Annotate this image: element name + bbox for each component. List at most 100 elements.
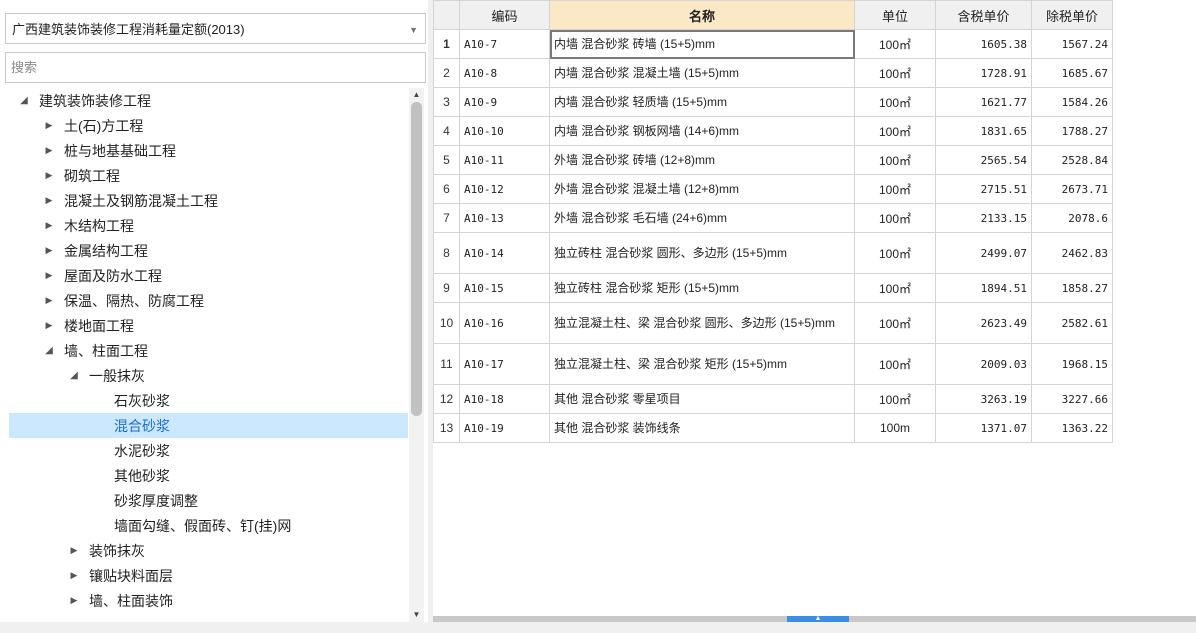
triangle-right-icon[interactable]: ▶ [42,170,56,181]
tax-price-cell[interactable]: 2009.03 [935,343,1032,385]
code-cell[interactable]: A10-10 [459,116,550,146]
unit-cell[interactable]: 100㎡ [854,343,936,385]
triangle-right-icon[interactable]: ▶ [42,120,56,131]
column-header-index[interactable] [433,0,460,30]
triangle-down-icon[interactable]: ◢ [42,345,56,356]
row-index-cell[interactable]: 12 [433,384,460,414]
tax-price-cell[interactable]: 2623.49 [935,302,1032,344]
tax-price-cell[interactable]: 2715.51 [935,174,1032,204]
name-cell[interactable]: 独立砖柱 混合砂浆 圆形、多边形 (15+5)mm [549,232,855,274]
code-cell[interactable]: A10-8 [459,58,550,88]
table-row[interactable]: 13 A10-19 其他 混合砂浆 装饰线条 100m 1371.07 1363.22 [433,413,1113,443]
search-input[interactable] [5,52,426,83]
row-index-cell[interactable]: 3 [433,87,460,117]
unit-cell[interactable]: 100㎡ [854,174,936,204]
unit-cell[interactable]: 100㎡ [854,384,936,414]
scroll-up-icon[interactable]: ▲ [409,88,424,102]
name-cell[interactable]: 独立混凝土柱、梁 混合砂浆 矩形 (15+5)mm [549,343,855,385]
table-row[interactable]: 1 A10-7 内墙 混合砂浆 砖墙 (15+5)mm 100㎡ 1605.38 1567… [433,29,1113,59]
table-row[interactable]: 3 A10-9 内墙 混合砂浆 轻质墙 (15+5)mm 100㎡ 1621.77 158… [433,87,1113,117]
unit-cell[interactable]: 100㎡ [854,87,936,117]
code-cell[interactable]: A10-13 [459,203,550,233]
triangle-right-icon[interactable]: ▶ [42,295,56,306]
column-header-unit[interactable]: 单位 [854,0,936,30]
row-index-cell[interactable]: 1 [433,29,460,59]
notax-price-cell[interactable]: 2582.61 [1031,302,1113,344]
tree-vertical-scrollbar[interactable]: ▲ ▼ [409,88,424,622]
tax-price-cell[interactable]: 2499.07 [935,232,1032,274]
tree-item[interactable]: ▶ 装饰抹灰 [9,538,408,563]
scroll-down-icon[interactable]: ▼ [409,608,424,622]
notax-price-cell[interactable]: 2673.71 [1031,174,1113,204]
row-index-cell[interactable]: 9 [433,273,460,303]
name-cell[interactable]: 外墙 混合砂浆 毛石墙 (24+6)mm [549,203,855,233]
tree-item[interactable]: ▶ 墙、柱面装饰 [9,588,408,613]
table-row[interactable]: 4 A10-10 内墙 混合砂浆 钢板网墙 (14+6)mm 100㎡ 1831.65 1… [433,116,1113,146]
row-index-cell[interactable]: 2 [433,58,460,88]
tree-item[interactable]: 水泥砂浆 [9,438,408,463]
triangle-right-icon[interactable]: ▶ [42,245,56,256]
row-index-cell[interactable]: 6 [433,174,460,204]
notax-price-cell[interactable]: 2462.83 [1031,232,1113,274]
tree-item[interactable]: 砂浆厚度调整 [9,488,408,513]
tree-item[interactable]: ▶ 混凝土及钢筋混凝土工程 [9,188,408,213]
column-header-code[interactable]: 编码 [459,0,550,30]
triangle-right-icon[interactable]: ▶ [67,570,81,581]
code-cell[interactable]: A10-16 [459,302,550,344]
tree-item[interactable]: ▶ 镶贴块料面层 [9,563,408,588]
tree-item[interactable]: ▶ 楼地面工程 [9,313,408,338]
tree-item[interactable]: ◢ 墙、柱面工程 [9,338,408,363]
table-row[interactable]: 5 A10-11 外墙 混合砂浆 砖墙 (12+8)mm 100㎡ 2565.54 252… [433,145,1113,175]
unit-cell[interactable]: 100㎡ [854,58,936,88]
notax-price-cell[interactable]: 1567.24 [1031,29,1113,59]
tax-price-cell[interactable]: 1605.38 [935,29,1032,59]
name-cell[interactable]: 其他 混合砂浆 装饰线条 [549,413,855,443]
notax-price-cell[interactable]: 2528.84 [1031,145,1113,175]
unit-cell[interactable]: 100㎡ [854,273,936,303]
tree-item[interactable]: ▶ 木结构工程 [9,213,408,238]
row-index-cell[interactable]: 11 [433,343,460,385]
notax-price-cell[interactable]: 1685.67 [1031,58,1113,88]
table-row[interactable]: 11 A10-17 独立混凝土柱、梁 混合砂浆 矩形 (15+5)mm 100㎡ 200… [433,343,1113,385]
table-row[interactable]: 7 A10-13 外墙 混合砂浆 毛石墙 (24+6)mm 100㎡ 2133.15 20… [433,203,1113,233]
column-header-notax-price[interactable]: 除税单价 [1031,0,1113,30]
tree-item[interactable]: 混合砂浆 [9,413,408,438]
code-cell[interactable]: A10-19 [459,413,550,443]
triangle-down-icon[interactable]: ◢ [17,95,31,106]
table-row[interactable]: 12 A10-18 其他 混合砂浆 零星项目 100㎡ 3263.19 3227.66 [433,384,1113,414]
notax-price-cell[interactable]: 1363.22 [1031,413,1113,443]
tree-item[interactable]: ▶ 屋面及防水工程 [9,263,408,288]
code-cell[interactable]: A10-7 [459,29,550,59]
code-cell[interactable]: A10-12 [459,174,550,204]
row-index-cell[interactable]: 7 [433,203,460,233]
row-index-cell[interactable]: 5 [433,145,460,175]
table-row[interactable]: 10 A10-16 独立混凝土柱、梁 混合砂浆 圆形、多边形 (15+5)mm 100… [433,302,1113,344]
tree-item[interactable]: ◢ 建筑装饰装修工程 [9,88,408,113]
triangle-right-icon[interactable]: ▶ [42,195,56,206]
notax-price-cell[interactable]: 2078.6 [1031,203,1113,233]
chevron-down-icon[interactable]: ▼ [409,25,418,35]
triangle-right-icon[interactable]: ▶ [42,145,56,156]
code-cell[interactable]: A10-15 [459,273,550,303]
notax-price-cell[interactable]: 1788.27 [1031,116,1113,146]
unit-cell[interactable]: 100㎡ [854,232,936,274]
tree-item[interactable]: 其他砂浆 [9,463,408,488]
table-row[interactable]: 2 A10-8 内墙 混合砂浆 混凝土墙 (15+5)mm 100㎡ 1728.91 16… [433,58,1113,88]
row-index-cell[interactable]: 4 [433,116,460,146]
tax-price-cell[interactable]: 1728.91 [935,58,1032,88]
name-cell[interactable]: 独立混凝土柱、梁 混合砂浆 圆形、多边形 (15+5)mm [549,302,855,344]
tax-price-cell[interactable]: 1621.77 [935,87,1032,117]
unit-cell[interactable]: 100㎡ [854,145,936,175]
table-row[interactable]: 6 A10-12 外墙 混合砂浆 混凝土墙 (12+8)mm 100㎡ 2715.51 2… [433,174,1113,204]
triangle-down-icon[interactable]: ◢ [67,370,81,381]
name-cell[interactable]: 独立砖柱 混合砂浆 矩形 (15+5)mm [549,273,855,303]
tree-item[interactable]: ▶ 砌筑工程 [9,163,408,188]
unit-cell[interactable]: 100㎡ [854,29,936,59]
triangle-right-icon[interactable]: ▶ [67,595,81,606]
notax-price-cell[interactable]: 3227.66 [1031,384,1113,414]
name-cell[interactable]: 内墙 混合砂浆 轻质墙 (15+5)mm [549,87,855,117]
triangle-right-icon[interactable]: ▶ [42,270,56,281]
unit-cell[interactable]: 100㎡ [854,116,936,146]
table-row[interactable]: 8 A10-14 独立砖柱 混合砂浆 圆形、多边形 (15+5)mm 100㎡ 2499… [433,232,1113,274]
triangle-right-icon[interactable]: ▶ [67,545,81,556]
